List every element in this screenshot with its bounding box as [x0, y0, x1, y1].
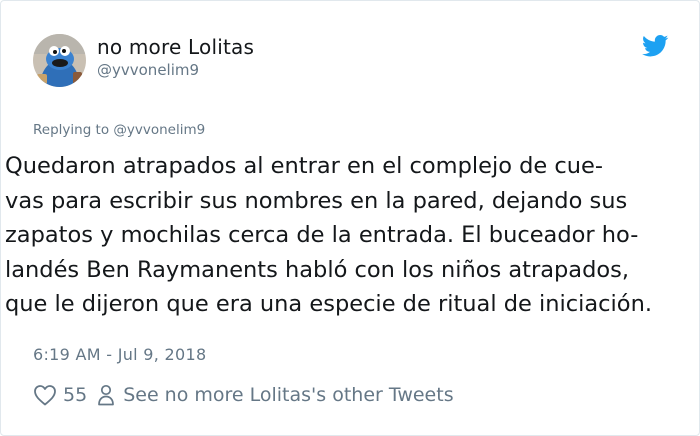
tweet-timestamp[interactable]: 6:19 AM - Jul 9, 2018	[33, 345, 206, 364]
tweet-text: Quedaron atrapados al entrar en el compl…	[5, 149, 700, 322]
tweet-text-line: landés Ben Raymanents habló con los niño…	[5, 256, 629, 283]
tweet-actions: 55 See no more Lolitas's other Tweets	[33, 381, 454, 409]
other-tweets-link[interactable]: See no more Lolitas's other Tweets	[123, 384, 453, 406]
heart-icon[interactable]	[33, 384, 57, 406]
display-name[interactable]: no more Lolitas	[97, 35, 254, 59]
tweet-card: no more Lolitas @yvvonelim9 Replying to …	[0, 0, 700, 436]
user-handle[interactable]: @yvvonelim9	[97, 61, 199, 79]
person-icon[interactable]	[97, 384, 115, 406]
like-count[interactable]: 55	[63, 384, 87, 406]
tweet-text-line: Quedaron atrapados al entrar en el compl…	[5, 153, 603, 179]
tweet-text-line: zapatos y mochilas cerca de la entrada. …	[5, 222, 639, 248]
cookie-monster-avatar-icon	[33, 34, 86, 87]
tweet-text-line: que le dijeron que era una especie de ri…	[5, 291, 652, 317]
replying-to-label[interactable]: Replying to @yvvonelim9	[33, 122, 205, 138]
twitter-bird-icon[interactable]	[641, 35, 669, 57]
tweet-text-line: vas para escribir sus nombres en la pare…	[5, 187, 628, 214]
avatar[interactable]	[33, 34, 86, 87]
